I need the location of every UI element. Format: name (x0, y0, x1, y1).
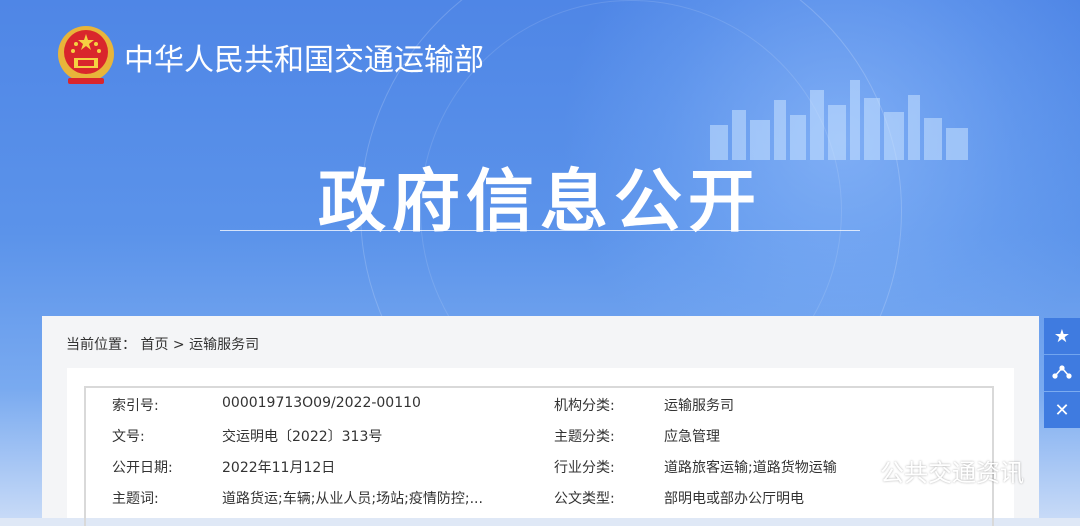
breadcrumb-home-link[interactable]: 首页 (140, 337, 168, 353)
share-icon (1052, 365, 1072, 379)
info-label: 文号: (112, 429, 145, 445)
info-label: 行业分类: (554, 460, 615, 476)
breadcrumb-current-link[interactable]: 运输服务司 (189, 337, 259, 353)
breadcrumb-separator: > (172, 337, 185, 353)
side-toolbar: ★ ✕ (1044, 318, 1080, 429)
close-icon: ✕ (1054, 399, 1070, 421)
ministry-name: 中华人民共和国交通运输部 (124, 43, 484, 78)
watermark-text: 公共交通资讯 (880, 458, 1024, 487)
breadcrumb: 当前位置： 首页 > 运输服务司 (66, 334, 259, 354)
share-button[interactable] (1044, 355, 1080, 391)
info-label: 主题词: (112, 491, 159, 507)
info-label: 主题分类: (554, 429, 615, 445)
wechat-watermark: 公共交通资讯 (838, 452, 1024, 488)
info-row: 文号: 交运明电〔2022〕313号 主题分类: 应急管理 (86, 419, 992, 450)
close-button[interactable]: ✕ (1044, 392, 1080, 428)
info-label: 公开日期: (112, 460, 173, 476)
info-label: 公文类型: (554, 491, 615, 507)
info-label: 索引号: (112, 398, 159, 414)
info-value: 应急管理 (664, 429, 720, 445)
info-value: 2022年11月12日 (222, 460, 336, 476)
info-value: 道路旅客运输;道路货物运输 (664, 460, 837, 476)
info-value: 交运明电〔2022〕313号 (222, 429, 383, 445)
info-value: 运输服务司 (664, 398, 734, 414)
info-value: 道路货运;车辆;从业人员;场站;疫情防控;... (222, 491, 483, 507)
national-emblem-logo (58, 26, 114, 84)
info-row: 索引号: 000019713O09/2022-00110 机构分类: 运输服务司 (86, 388, 992, 419)
info-value: 000019713O09/2022-00110 (222, 395, 421, 411)
info-value: 部明电或部办公厅明电 (664, 491, 804, 507)
wechat-icon (838, 456, 871, 482)
info-label: 机构分类: (554, 398, 615, 414)
title-divider (220, 230, 860, 231)
breadcrumb-prefix: 当前位置： (66, 337, 136, 353)
star-icon: ★ (1053, 325, 1071, 347)
document-panel: 索引号: 000019713O09/2022-00110 机构分类: 运输服务司… (67, 368, 1014, 526)
favorite-button[interactable]: ★ (1044, 318, 1080, 354)
